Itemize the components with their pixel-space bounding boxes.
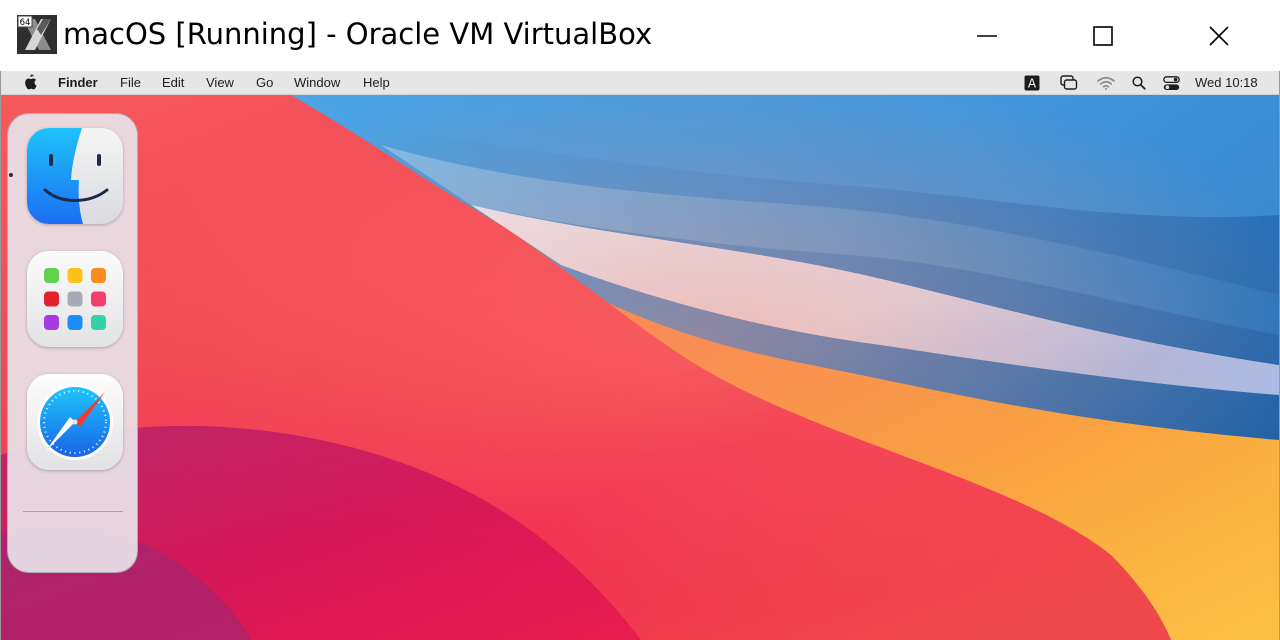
minimize-icon bbox=[977, 34, 997, 37]
dock bbox=[7, 113, 138, 573]
dock-app-safari[interactable] bbox=[27, 374, 123, 470]
apple-menu-button[interactable] bbox=[23, 74, 37, 93]
screen-mirroring-button[interactable] bbox=[1060, 74, 1078, 92]
control-center-icon bbox=[1162, 75, 1180, 90]
menu-finder[interactable]: Finder bbox=[58, 75, 98, 90]
close-button[interactable] bbox=[1161, 0, 1277, 71]
wifi-button[interactable] bbox=[1097, 74, 1115, 92]
spotlight-button[interactable] bbox=[1130, 74, 1148, 92]
dock-separator bbox=[23, 511, 123, 512]
safari-icon bbox=[27, 374, 123, 470]
finder-icon bbox=[27, 128, 123, 224]
maximize-button[interactable] bbox=[1045, 0, 1161, 71]
input-source-icon: A bbox=[1024, 75, 1040, 91]
menu-file[interactable]: File bbox=[120, 75, 141, 90]
menu-edit[interactable]: Edit bbox=[162, 75, 184, 90]
vm-arch-badge: 64 bbox=[20, 18, 31, 28]
menu-view[interactable]: View bbox=[206, 75, 234, 90]
spotlight-search-icon bbox=[1132, 76, 1146, 90]
menu-help[interactable]: Help bbox=[363, 75, 390, 90]
minimize-button[interactable] bbox=[929, 0, 1045, 71]
screen-mirroring-icon bbox=[1060, 75, 1078, 90]
menu-window[interactable]: Window bbox=[294, 75, 340, 90]
input-source-label: A bbox=[1028, 77, 1037, 91]
window-frame-left bbox=[0, 71, 1, 640]
menu-go[interactable]: Go bbox=[256, 75, 273, 90]
window-titlebar[interactable]: 64 macOS [Running] - Oracle VM VirtualBo… bbox=[0, 0, 1280, 71]
menubar-clock[interactable]: Wed 10:18 bbox=[1195, 75, 1258, 90]
control-center-button[interactable] bbox=[1162, 74, 1180, 92]
desktop-wallpaper[interactable] bbox=[1, 95, 1279, 640]
macos-menubar: Finder File Edit View Go Window Help A W… bbox=[1, 71, 1279, 95]
maximize-icon bbox=[1093, 25, 1113, 46]
virtualbox-vm-icon: 64 bbox=[17, 15, 57, 54]
dock-app-finder[interactable] bbox=[27, 128, 123, 224]
input-source-button[interactable]: A bbox=[1023, 74, 1041, 92]
window-title: macOS [Running] - Oracle VM VirtualBox bbox=[63, 17, 653, 51]
close-icon bbox=[1209, 25, 1229, 46]
finder-running-indicator bbox=[9, 173, 13, 177]
dock-app-launchpad[interactable] bbox=[27, 251, 123, 347]
big-sur-wallpaper bbox=[1, 95, 1279, 640]
apple-icon bbox=[25, 74, 37, 90]
launchpad-icon bbox=[27, 251, 123, 347]
wifi-icon bbox=[1097, 76, 1115, 90]
